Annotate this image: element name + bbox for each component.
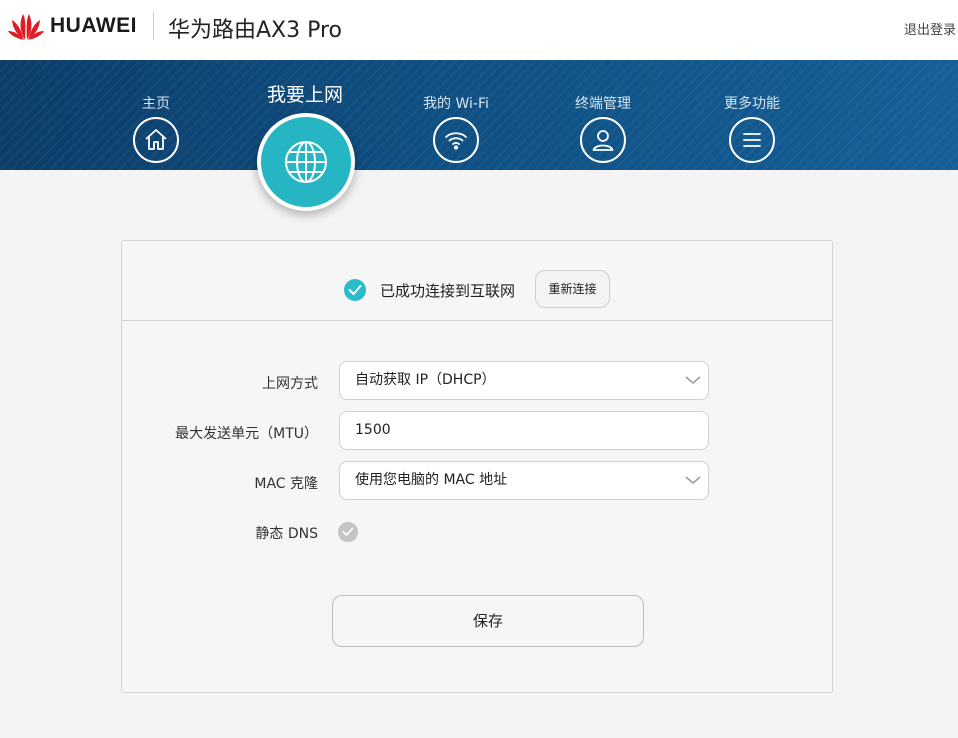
- wifi-icon: [433, 117, 479, 163]
- nav-item-internet[interactable]: [257, 113, 355, 211]
- globe-icon: [285, 141, 327, 183]
- connection-mode-select[interactable]: 自动获取 IP（DHCP）: [339, 361, 709, 400]
- menu-icon: [729, 117, 775, 163]
- reconnect-button[interactable]: 重新连接: [535, 270, 610, 308]
- nav-item-label: 主页: [142, 96, 170, 112]
- nav-band: 主页 我的 Wi-Fi 终端管理 更多功能: [0, 60, 958, 170]
- nav-item-devices[interactable]: 终端管理: [548, 95, 658, 163]
- nav-item-label: 我的 Wi-Fi: [423, 96, 489, 112]
- mac-clone-value: 使用您电脑的 MAC 地址: [355, 472, 508, 488]
- static-dns-checkbox[interactable]: [338, 522, 358, 542]
- mtu-input[interactable]: 1500: [339, 411, 709, 450]
- nav-item-more[interactable]: 更多功能: [697, 95, 807, 163]
- connection-mode-label: 上网方式: [262, 376, 318, 392]
- nav-item-wifi[interactable]: 我的 Wi-Fi: [401, 95, 511, 163]
- mtu-label: 最大发送单元（MTU）: [175, 426, 318, 442]
- internet-settings-panel: 已成功连接到互联网 重新连接 上网方式 自动获取 IP（DHCP） 最大发送单元…: [121, 240, 833, 693]
- static-dns-label: 静态 DNS: [255, 526, 318, 542]
- nav-item-label: 终端管理: [575, 96, 631, 112]
- connection-mode-value: 自动获取 IP（DHCP）: [355, 372, 496, 388]
- save-button[interactable]: 保存: [332, 595, 644, 647]
- mac-clone-label: MAC 克隆: [254, 476, 318, 492]
- mtu-value: 1500: [355, 422, 391, 438]
- product-title: 华为路由AX3 Pro: [168, 18, 343, 43]
- chevron-down-icon: [685, 476, 701, 484]
- nav-item-internet-label[interactable]: 我要上网: [240, 80, 370, 107]
- huawei-logo: [8, 14, 44, 40]
- logout-link[interactable]: 退出登录: [904, 19, 956, 38]
- brand-name: HUAWEI: [50, 14, 137, 37]
- user-icon: [580, 117, 626, 163]
- connection-status-text: 已成功连接到互联网: [380, 282, 516, 300]
- mac-clone-select[interactable]: 使用您电脑的 MAC 地址: [339, 461, 709, 500]
- home-icon: [133, 117, 179, 163]
- connection-status-row: 已成功连接到互联网 重新连接: [122, 241, 832, 321]
- nav-item-home[interactable]: 主页: [101, 95, 211, 163]
- top-bar: HUAWEI 华为路由AX3 Pro 退出登录: [0, 0, 958, 60]
- nav-item-label: 更多功能: [724, 96, 780, 112]
- chevron-down-icon: [685, 376, 701, 384]
- brand-divider: [153, 12, 154, 40]
- check-circle-icon: [344, 279, 366, 301]
